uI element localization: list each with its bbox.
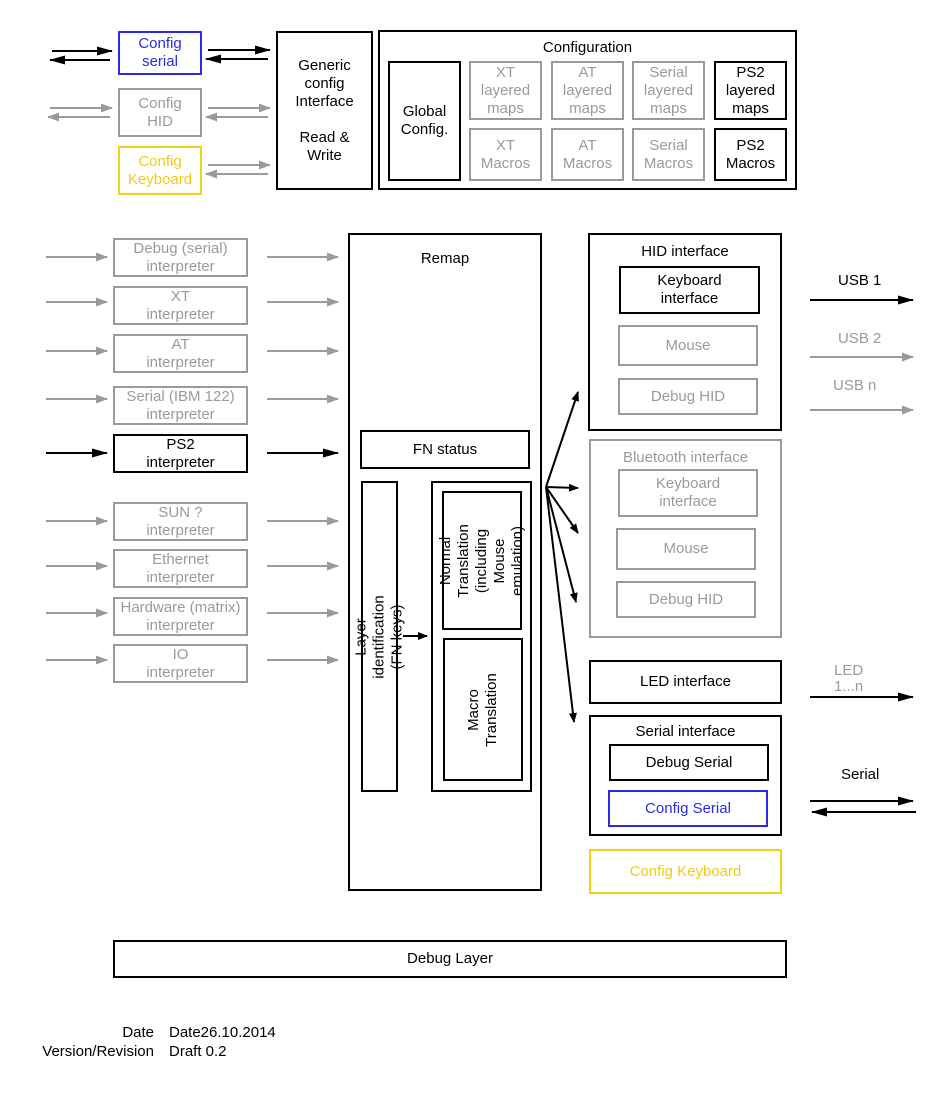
interpreter-serial-ibm122: Serial (IBM 122) interpreter: [113, 386, 248, 425]
usbn-label: USB n: [833, 377, 877, 394]
date-label: Date: [122, 1024, 154, 1041]
layer-identification-label: Layer identification (FN keys): [352, 594, 406, 679]
config-serial: Config Serial: [608, 790, 768, 827]
usb2-label: USB 2: [838, 330, 882, 347]
date-value: Date26.10.2014: [169, 1024, 276, 1041]
arrow-remap-to-serial: [545, 486, 577, 723]
hid-debug: Debug HID: [618, 378, 758, 415]
normal-translation: Normal Translation (including Mouse emul…: [437, 491, 526, 630]
led-interface: LED interface: [589, 660, 782, 704]
hid-mouse: Mouse: [618, 325, 758, 366]
ps2-layered-maps: PS2 layered maps: [714, 61, 787, 120]
ps2-macros: PS2 Macros: [714, 128, 787, 181]
generic-config-interface: Generic config Interface Read & Write: [276, 31, 373, 190]
at-layered-maps: AT layered maps: [551, 61, 624, 120]
macro-translation: Macro Translation: [443, 638, 523, 781]
bluetooth-debug: Debug HID: [616, 581, 756, 618]
interpreter-hardware-matrix: Hardware (matrix) interpreter: [113, 597, 248, 636]
at-macros: AT Macros: [551, 128, 624, 181]
arrow-remap-to-bluetooth-keyboard: [545, 483, 579, 492]
serial-layered-maps: Serial layered maps: [632, 61, 705, 120]
interpreter-sun: SUN ? interpreter: [113, 502, 248, 541]
xt-layered-maps: XT layered maps: [469, 61, 542, 120]
interpreter-debug-serial: Debug (serial) interpreter: [113, 238, 248, 277]
interpreter-ps2: PS2 interpreter: [113, 434, 248, 473]
normal-translation-label: Normal Translation (including Mouse emul…: [437, 523, 526, 598]
bluetooth-interface-title: Bluetooth interface: [622, 449, 749, 466]
version-label: Version/Revision: [42, 1043, 154, 1060]
bluetooth-mouse: Mouse: [616, 528, 756, 570]
config-hid-source: Config HID: [118, 88, 202, 137]
usb1-label: USB 1: [838, 272, 882, 289]
config-keyboard-source: Config Keyboard: [118, 146, 202, 195]
serial-macros: Serial Macros: [632, 128, 705, 181]
configuration-title: Configuration: [542, 39, 633, 56]
serial-interface-title: Serial interface: [635, 723, 736, 740]
arrow-remap-to-hid: [545, 391, 579, 488]
config-keyboard-output: Config Keyboard: [589, 849, 782, 894]
macro-translation-label: Macro Translation: [465, 672, 500, 747]
interpreter-at: AT interpreter: [113, 334, 248, 373]
interpreter-io: IO interpreter: [113, 644, 248, 683]
bluetooth-keyboard-interface: Keyboard interface: [618, 469, 758, 517]
debug-layer: Debug Layer: [113, 940, 787, 978]
led-label: LED 1...n: [834, 662, 864, 695]
arrow-remap-to-bluetooth-mouse: [545, 486, 579, 534]
debug-serial: Debug Serial: [609, 744, 769, 781]
config-serial-source: Config serial: [118, 31, 202, 75]
xt-macros: XT Macros: [469, 128, 542, 181]
hid-keyboard-interface: Keyboard interface: [619, 266, 760, 314]
arrow-remap-to-bluetooth-debug: [545, 486, 578, 603]
version-value: Draft 0.2: [169, 1043, 227, 1060]
remap-title: Remap: [420, 250, 470, 267]
global-config: Global Config.: [388, 61, 461, 181]
serial-label: Serial: [841, 766, 880, 783]
layer-identification: Layer identification (FN keys): [353, 481, 406, 792]
interpreter-ethernet: Ethernet interpreter: [113, 549, 248, 588]
hid-interface-title: HID interface: [641, 243, 729, 260]
interpreter-xt: XT interpreter: [113, 286, 248, 325]
fn-status: FN status: [360, 430, 530, 469]
